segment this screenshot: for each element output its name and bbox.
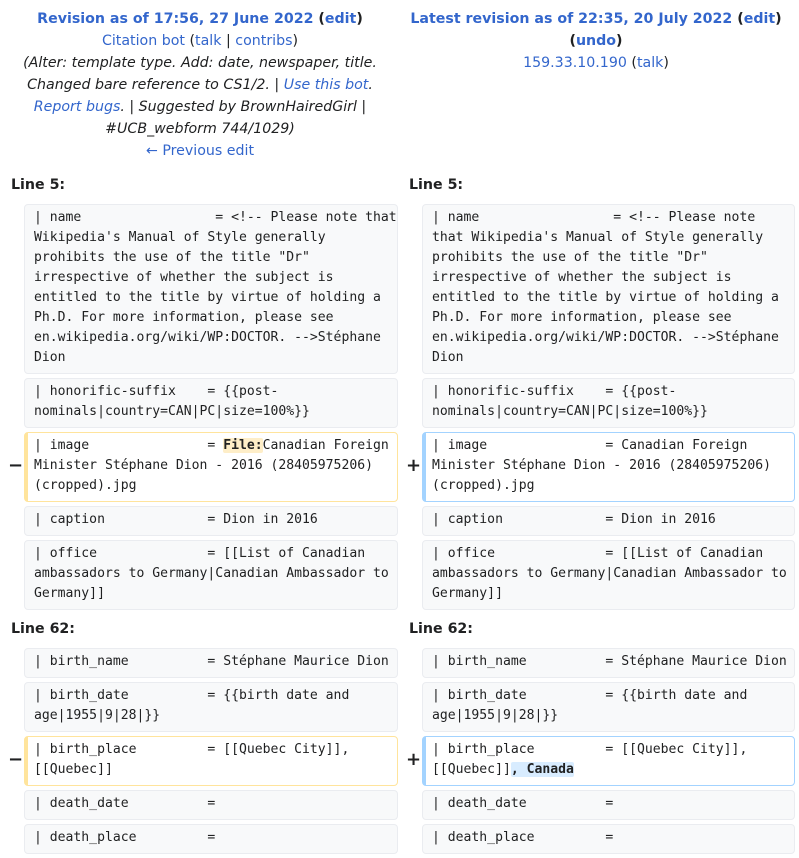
added-line: | birth_place = [[Quebec City]], [[Quebe…	[422, 736, 795, 786]
new-revision-edit-link[interactable]: edit	[744, 11, 775, 27]
context-line: | birth_date = {{birth date and age|1955…	[422, 682, 795, 732]
context-line: | birth_date = {{birth date and age|1955…	[24, 682, 398, 732]
removed-line: | birth_place = [[Quebec City]], [[Quebe…	[24, 736, 398, 786]
old-revision-user-line: Citation bot (talk | contribs)	[101, 33, 299, 49]
old-revision-edit-link[interactable]: edit	[325, 11, 356, 27]
use-this-bot-link[interactable]: Use this bot	[284, 77, 369, 93]
line-number-right: Line 62:	[409, 621, 473, 637]
added-text-highlight: , Canada	[510, 762, 574, 777]
previous-edit-link[interactable]: ← Previous edit	[146, 143, 254, 159]
old-revision-title-line: Revision as of 17:56, 27 June 2022 (edit…	[37, 11, 363, 27]
context-line: | birth_name = Stéphane Maurice Dion	[24, 648, 398, 678]
removed-line-marker: −	[8, 749, 24, 770]
new-revision-user-line: 159.33.10.190 (talk)	[523, 55, 669, 71]
context-line: | caption = Dion in 2016	[422, 506, 795, 536]
new-revision-user-link[interactable]: 159.33.10.190	[523, 55, 627, 71]
context-line: | name = <!-- Please note that Wikipedia…	[24, 204, 398, 374]
old-revision-header: Revision as of 17:56, 27 June 2022 (edit…	[14, 8, 386, 162]
new-revision-title-line: Latest revision as of 22:35, 20 July 202…	[410, 11, 782, 49]
context-line: | caption = Dion in 2016	[24, 506, 398, 536]
context-line: | birth_name = Stéphane Maurice Dion	[422, 648, 795, 678]
removed-line-text: | image =	[34, 438, 224, 453]
line-number-right: Line 5:	[409, 177, 464, 193]
new-revision-talk-link[interactable]: talk	[637, 55, 663, 71]
context-line: | office = [[List of Canadian ambassador…	[24, 540, 398, 610]
context-line: | honorific-suffix = {{post-nominals|cou…	[422, 378, 795, 428]
old-revision-talk-link[interactable]: talk	[195, 33, 221, 49]
added-line-marker: +	[406, 455, 422, 476]
context-line: | honorific-suffix = {{post-nominals|cou…	[24, 378, 398, 428]
old-revision-link[interactable]: Revision as of 17:56, 27 June 2022	[37, 11, 313, 27]
report-bugs-link[interactable]: Report bugs	[34, 99, 121, 115]
line-number-left: Line 5:	[11, 177, 66, 193]
edit-summary-separator: .	[368, 77, 373, 93]
added-line-text: | birth_place = [[Quebec City]], [[Quebe…	[432, 742, 756, 777]
added-line-marker: +	[406, 749, 422, 770]
undo-link[interactable]: undo	[576, 33, 616, 49]
context-line: | death_date =	[422, 790, 795, 820]
context-line: | death_place =	[422, 824, 795, 854]
new-revision-header: Latest revision as of 22:35, 20 July 202…	[410, 8, 782, 74]
old-revision-contribs-link[interactable]: contribs	[235, 33, 292, 49]
context-line: | office = [[List of Canadian ambassador…	[422, 540, 795, 610]
edit-summary-suffix: . | Suggested by BrownHairedGirl | #UCB_…	[105, 99, 367, 137]
context-line: | death_place =	[24, 824, 398, 854]
removed-text-highlight: File:	[223, 438, 263, 453]
removed-line-marker: −	[8, 455, 24, 476]
diff-page: Revision as of 17:56, 27 June 2022 (edit…	[0, 0, 799, 858]
context-line: | death_date =	[24, 790, 398, 820]
removed-line: | image = File:Canadian Foreign Minister…	[24, 432, 398, 502]
context-line: | name = <!-- Please note that Wikipedia…	[422, 204, 795, 374]
added-line: | image = Canadian Foreign Minister Stép…	[422, 432, 795, 502]
edit-summary: (Alter: template type. Add: date, newspa…	[14, 52, 386, 140]
new-revision-link[interactable]: Latest revision as of 22:35, 20 July 202…	[410, 11, 732, 27]
line-number-left: Line 62:	[11, 621, 75, 637]
old-revision-user-link[interactable]: Citation bot	[102, 33, 185, 49]
